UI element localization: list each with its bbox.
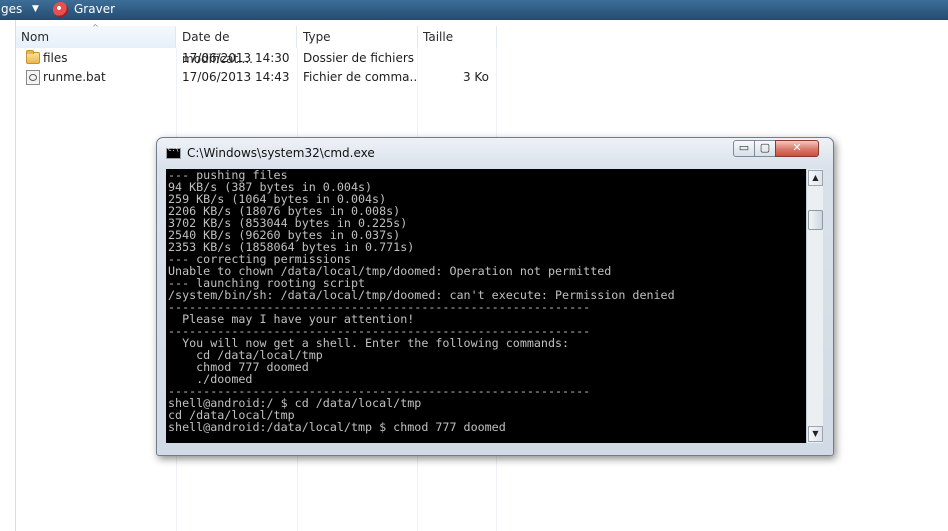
file-size: 3 Ko — [462, 70, 489, 84]
column-header-type[interactable]: Type — [298, 26, 418, 48]
folder-icon — [26, 50, 40, 64]
file-type: Dossier de fichiers — [303, 51, 415, 65]
batch-file-icon — [26, 70, 40, 85]
column-header-size-label: Taille — [423, 30, 454, 44]
sort-ascending-icon: ^ — [92, 23, 99, 32]
console-line: shell@android:/data/local/tmp $ chmod 77… — [168, 420, 506, 434]
column-header-name-label: Nom — [21, 30, 50, 44]
file-date: 17/06/2013 14:30 — [182, 51, 290, 65]
organize-menu-label[interactable]: ges — [1, 2, 22, 16]
explorer-toolbar: ges ▼ Graver — [0, 0, 948, 20]
navigation-pane — [0, 20, 16, 531]
file-date: 17/06/2013 14:43 — [182, 70, 290, 84]
burn-disc-icon[interactable] — [53, 2, 68, 17]
column-header-name[interactable]: ^ Nom — [16, 23, 176, 48]
vertical-scrollbar[interactable]: ▲ ▼ — [806, 169, 823, 443]
console-text: --- pushing files 94 KB/s (387 bytes in 0… — [168, 169, 675, 433]
cmd-window: C:\Windows\system32\cmd.exe ▭ ▢ ✕ --- pu… — [156, 137, 834, 456]
scroll-thumb[interactable] — [808, 210, 823, 230]
window-title: C:\Windows\system32\cmd.exe — [187, 146, 375, 160]
chevron-down-icon[interactable]: ▼ — [32, 4, 39, 14]
file-name: runme.bat — [43, 70, 106, 84]
column-header-size[interactable]: Taille — [418, 26, 497, 48]
console-app-icon[interactable] — [166, 146, 181, 159]
burn-button[interactable]: Graver — [74, 2, 115, 16]
file-name: files — [43, 51, 68, 65]
scroll-down-button[interactable]: ▼ — [808, 426, 823, 442]
column-header-type-label: Type — [303, 30, 331, 44]
maximize-button[interactable]: ▢ — [754, 140, 776, 157]
file-row[interactable]: files 17/06/2013 14:30 Dossier de fichie… — [16, 49, 496, 68]
file-row[interactable]: runme.bat 17/06/2013 14:43 Fichier de co… — [16, 68, 496, 87]
console-output[interactable]: --- pushing files 94 KB/s (387 bytes in 0… — [166, 169, 806, 443]
minimize-button[interactable]: ▭ — [733, 140, 755, 157]
file-type: Fichier de comma... — [303, 70, 418, 84]
close-button[interactable]: ✕ — [775, 140, 819, 157]
column-headers: ^ Nom Date de modificati... Type Taille — [16, 23, 948, 66]
column-header-date[interactable]: Date de modificati... — [177, 26, 297, 66]
scroll-up-button[interactable]: ▲ — [808, 170, 823, 186]
